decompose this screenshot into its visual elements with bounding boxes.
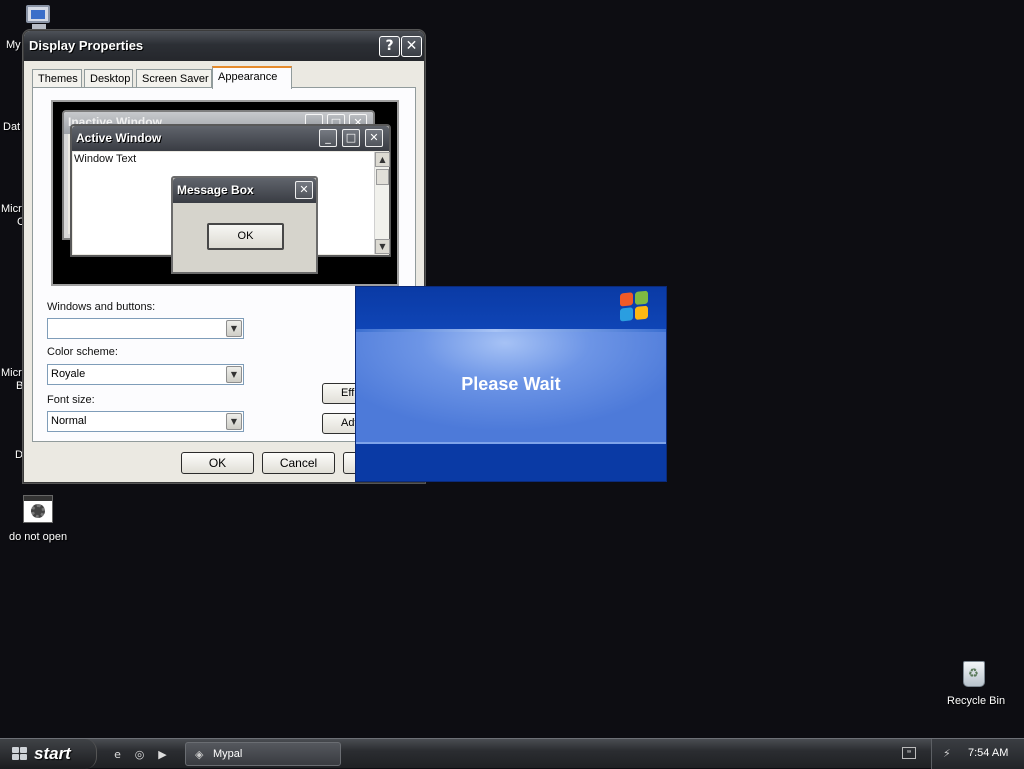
do-not-open-app-icon[interactable] [23, 495, 53, 523]
do-not-open-label[interactable]: do not open [9, 531, 67, 543]
color-scheme-label: Color scheme: [47, 346, 118, 358]
font-size-dropdown[interactable]: Normal ▼ [47, 411, 244, 432]
system-tray: ⚡ 7:54 AM [931, 739, 1024, 769]
windows-buttons-label: Windows and buttons: [47, 301, 156, 313]
windows-logo-icon [620, 290, 650, 323]
scroll-down-icon: ▼ [375, 239, 390, 254]
taskbar-item-label: Mypal [213, 748, 243, 760]
desktop-label-partial[interactable]: Micr [1, 203, 22, 215]
close-button[interactable]: ✕ [401, 36, 422, 57]
cancel-button[interactable]: Cancel [262, 452, 335, 474]
minimize-icon: _ [319, 129, 337, 147]
tab-themes[interactable]: Themes [32, 69, 82, 89]
font-size-label: Font size: [47, 394, 95, 406]
play-icon[interactable]: ▶ [155, 747, 170, 762]
color-scheme-dropdown[interactable]: Royale ▼ [47, 364, 244, 385]
windows-flag-icon [12, 747, 28, 761]
please-wait-message: Please Wait [461, 374, 561, 394]
splash-bottom-band [356, 444, 666, 481]
scroll-up-icon: ▲ [375, 152, 390, 167]
recycle-bin-label[interactable]: Recycle Bin [947, 695, 1005, 707]
preview-window-text: Window Text [74, 153, 137, 165]
chevron-down-icon[interactable]: ▼ [226, 366, 242, 383]
internet-explorer-icon[interactable]: e [110, 747, 125, 762]
close-icon: ✕ [365, 129, 383, 147]
chevron-down-icon[interactable]: ▼ [226, 413, 242, 430]
taskbar: start e ◎ ▶ ◈ Mypal ⌨ ⚡ 7:54 AM [0, 738, 1024, 769]
taskbar-item-mypal[interactable]: ◈ Mypal [185, 742, 341, 766]
start-label: start [34, 744, 71, 763]
desktop-label-partial[interactable]: My [6, 39, 21, 51]
windows-buttons-dropdown[interactable]: ▼ [47, 318, 244, 339]
recycle-bin-icon[interactable] [960, 657, 988, 689]
keyboard-icon[interactable]: ⌨ [902, 747, 916, 759]
window-title: Display Properties [29, 38, 144, 53]
tab-appearance[interactable]: Appearance [212, 66, 292, 89]
media-icon[interactable]: ◎ [132, 747, 147, 762]
scroll-thumb [376, 169, 389, 185]
preview-message-box: Message Box ✕ OK [171, 176, 318, 274]
desktop-label-partial[interactable]: Micr [1, 367, 22, 379]
maximize-icon: □ [342, 129, 360, 147]
chevron-down-icon[interactable]: ▼ [226, 320, 242, 337]
preview-message-title: Message Box [177, 183, 254, 197]
start-button[interactable]: start [0, 739, 97, 769]
tab-desktop[interactable]: Desktop [84, 69, 133, 89]
close-icon: ✕ [295, 181, 313, 199]
preview-active-title: Active Window [76, 131, 162, 145]
clock[interactable]: 7:54 AM [968, 747, 1008, 759]
color-scheme-value: Royale [51, 368, 86, 380]
mypal-icon: ◈ [195, 748, 204, 761]
help-button[interactable]: ? [379, 36, 400, 57]
preview-scrollbar: ▲ ▼ [374, 152, 390, 254]
preview-ok-button: OK [207, 223, 284, 250]
desktop-label-partial[interactable]: D [15, 449, 23, 461]
appearance-preview: Inactive Window _ □ ✕ Active Window _ □ … [51, 100, 399, 286]
preview-message-titlebar: Message Box ✕ [173, 178, 316, 203]
font-size-value: Normal [51, 415, 87, 427]
title-bar[interactable]: Display Properties ? ✕ [24, 31, 424, 61]
desktop-label-partial[interactable]: Dat [3, 121, 20, 133]
ok-button[interactable]: OK [181, 452, 254, 474]
preview-active-window: Active Window _ □ ✕ Window Text ▲ ▼ Mess… [70, 124, 391, 274]
tab-screen-saver[interactable]: Screen Saver [136, 69, 212, 89]
preview-active-titlebar: Active Window _ □ ✕ [72, 126, 389, 151]
my-computer-icon[interactable] [22, 3, 56, 33]
network-icon[interactable]: ⚡ [943, 747, 957, 761]
please-wait-splash: Please Wait [355, 286, 667, 482]
